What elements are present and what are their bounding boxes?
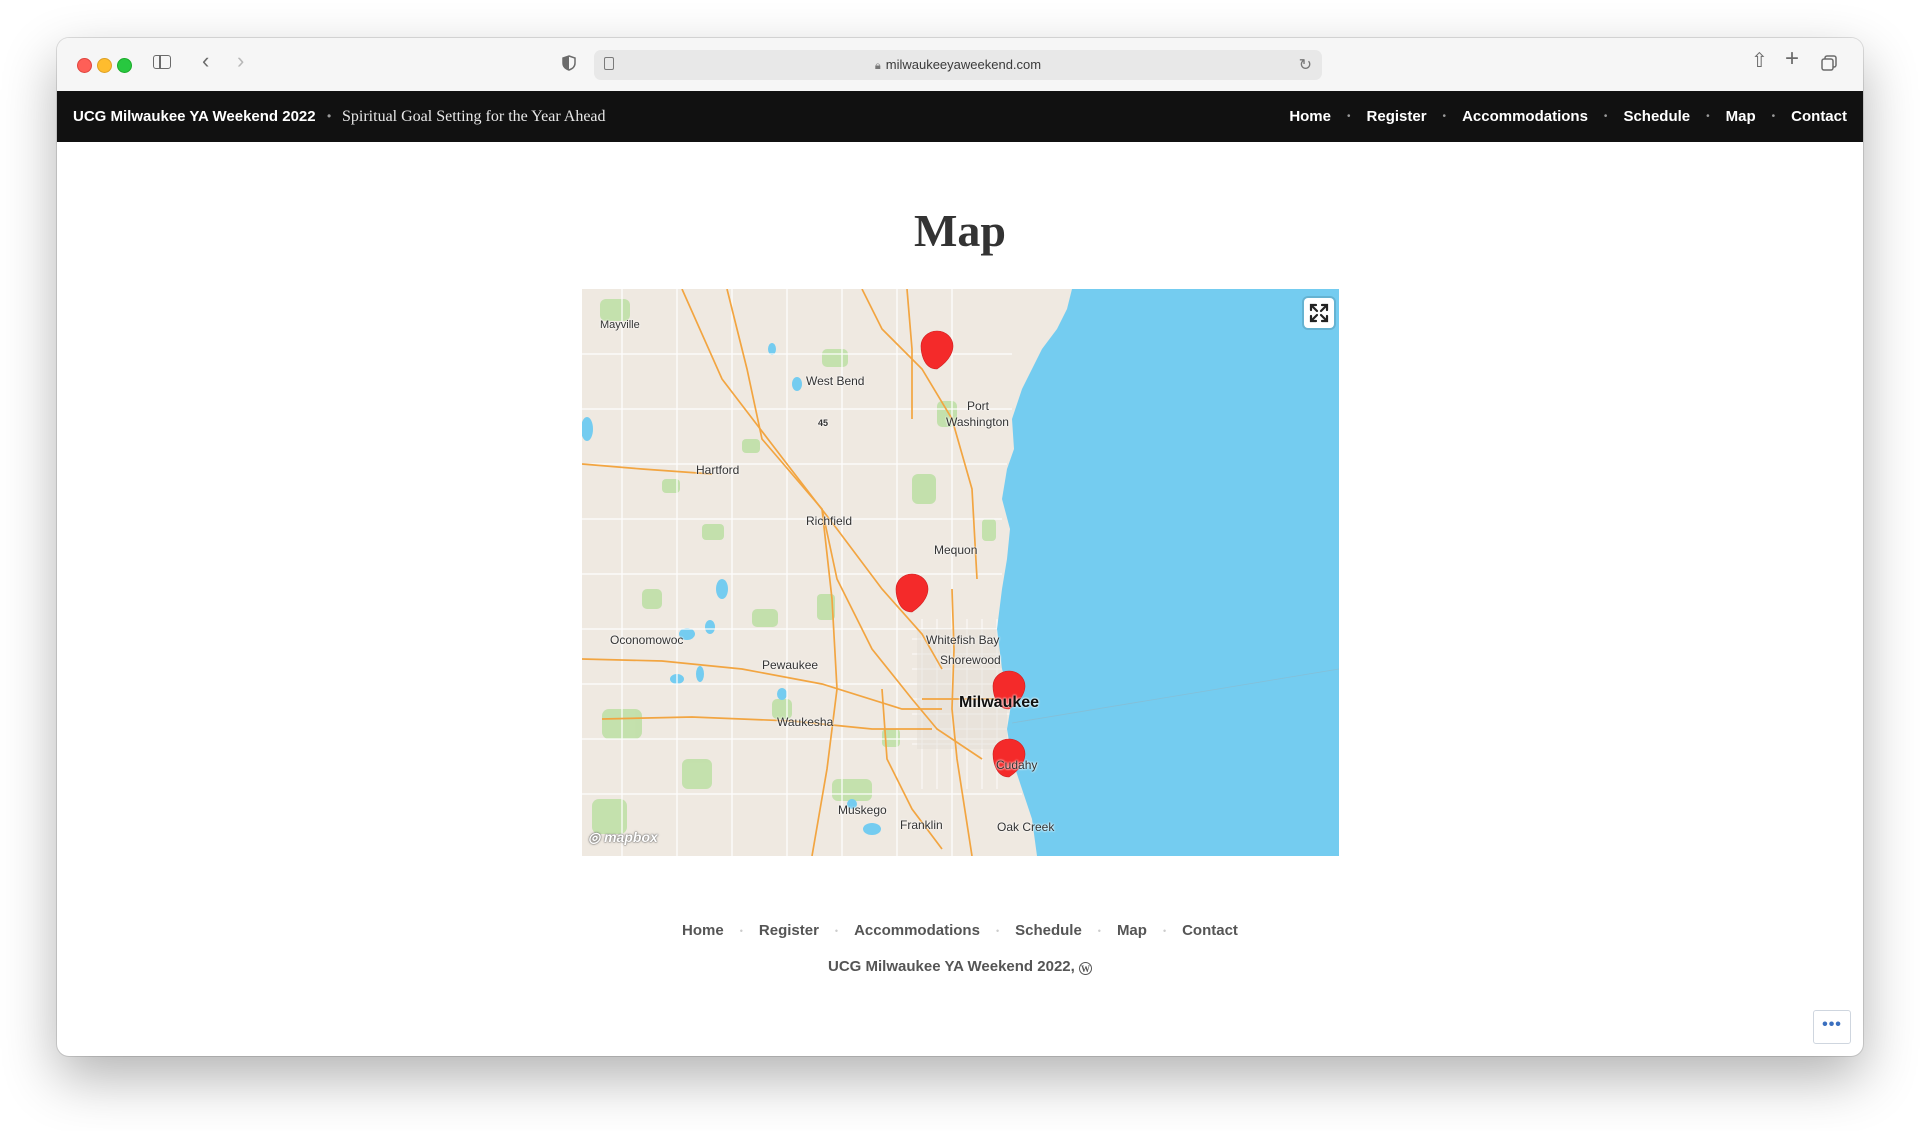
map-label-cudahy: Cudahy	[996, 758, 1038, 772]
url-field[interactable]: 🔒︎ milwaukeeyaweekend.com	[594, 50, 1322, 80]
footer-nav-separator: •	[995, 925, 1000, 936]
map-label-richfield: Richfield	[806, 514, 853, 528]
footer-nav-separator: •	[1162, 925, 1167, 936]
map-label-port: Port	[967, 399, 990, 413]
footer-nav-contact[interactable]: Contact	[1182, 922, 1238, 939]
footer-nav: Home • Register • Accommodations • Sched…	[57, 922, 1863, 939]
map-label-hartford: Hartford	[696, 463, 740, 477]
footer-nav-map[interactable]: Map	[1117, 922, 1147, 939]
map-label-pewaukee: Pewaukee	[762, 658, 819, 672]
more-options-button[interactable]: •••	[1813, 1010, 1851, 1044]
browser-window: ‹ › 🔒︎ milwaukeeyaweekend.com ↻ ⇧ + UCG M…	[57, 38, 1863, 1056]
minimize-window-button[interactable]	[97, 58, 112, 73]
map-label-shorewood: Shorewood	[940, 653, 1001, 667]
map-label-milwaukee: Milwaukee	[959, 694, 1040, 711]
copyright-site-link[interactable]: UCG Milwaukee YA Weekend 2022,	[828, 958, 1075, 975]
new-tab-icon[interactable]: +	[1785, 47, 1799, 71]
footer-nav-separator: •	[1097, 925, 1101, 936]
site-header: UCG Milwaukee YA Weekend 2022 • Spiritua…	[57, 91, 1863, 142]
tab-overview-icon[interactable]	[1821, 55, 1837, 71]
map-embed[interactable]: Mayville West Bend 45 Port Washington Ha…	[582, 289, 1339, 856]
map-label-hwy-45: 45	[818, 418, 829, 428]
map-label-west-bend: West Bend	[806, 374, 865, 388]
nav-map[interactable]: Map	[1726, 108, 1756, 125]
lock-icon: 🔒︎	[874, 60, 881, 72]
nav-separator: •	[1603, 111, 1608, 122]
map-label-oconomowoc: Oconomowoc	[610, 633, 684, 647]
address-bar[interactable]: 🔒︎ milwaukeeyaweekend.com ↻	[594, 50, 1322, 80]
nav-accommodations[interactable]: Accommodations	[1462, 108, 1588, 125]
forward-icon[interactable]: ›	[237, 50, 244, 72]
sidebar-toggle-icon[interactable]	[153, 55, 171, 69]
site-tagline: Spiritual Goal Setting for the Year Ahea…	[342, 108, 606, 125]
zoom-window-button[interactable]	[117, 58, 132, 73]
back-icon[interactable]: ‹	[202, 50, 209, 72]
privacy-shield-icon[interactable]	[562, 55, 576, 71]
wordpress-icon[interactable]: W	[1078, 962, 1092, 975]
nav-separator: •	[1706, 111, 1710, 122]
primary-nav: Home • Register • Accommodations • Sched…	[1289, 91, 1847, 142]
nav-separator: •	[1771, 111, 1776, 122]
mapbox-logo[interactable]: ◎ mapbox	[588, 829, 658, 846]
map-label-mayville: Mayville	[600, 319, 640, 331]
nav-register[interactable]: Register	[1367, 108, 1427, 125]
map-label-waukesha: Waukesha	[777, 715, 834, 729]
site-title[interactable]: UCG Milwaukee YA Weekend 2022	[73, 91, 316, 142]
nav-schedule[interactable]: Schedule	[1623, 108, 1690, 125]
footer-copyright: UCG Milwaukee YA Weekend 2022, W	[57, 958, 1863, 975]
map-label-washington: Washington	[946, 415, 1009, 429]
footer-nav-separator: •	[834, 925, 839, 936]
footer-nav-separator: •	[739, 925, 743, 936]
map-label-whitefish-bay: Whitefish Bay	[926, 633, 1000, 647]
url-text: milwaukeeyaweekend.com	[885, 57, 1042, 72]
browser-toolbar: ‹ › 🔒︎ milwaukeeyaweekend.com ↻ ⇧ +	[57, 38, 1863, 92]
map-canvas[interactable]	[582, 289, 1339, 856]
map-label-franklin: Franklin	[900, 818, 943, 832]
reload-icon[interactable]: ↻	[1299, 55, 1312, 75]
footer-nav-schedule[interactable]: Schedule	[1015, 922, 1082, 939]
map-label-muskego: Muskego	[838, 803, 887, 817]
footer-nav-accommodations[interactable]: Accommodations	[854, 922, 980, 939]
share-icon[interactable]: ⇧	[1751, 51, 1768, 71]
footer-nav-register[interactable]: Register	[759, 922, 819, 939]
map-fullscreen-button[interactable]	[1304, 298, 1334, 328]
page-title: Map	[914, 205, 1006, 256]
nav-home[interactable]: Home	[1289, 108, 1331, 125]
header-separator: •	[327, 109, 332, 123]
nav-separator: •	[1442, 111, 1447, 122]
fullscreen-icon	[1309, 303, 1329, 323]
footer-nav-home[interactable]: Home	[682, 922, 724, 939]
nav-contact[interactable]: Contact	[1791, 108, 1847, 125]
nav-separator: •	[1347, 111, 1351, 122]
map-label-oak-creek: Oak Creek	[997, 820, 1055, 834]
map-label-mequon: Mequon	[934, 543, 978, 557]
mapbox-attribution: mapbox	[604, 829, 658, 845]
close-window-button[interactable]	[77, 58, 92, 73]
